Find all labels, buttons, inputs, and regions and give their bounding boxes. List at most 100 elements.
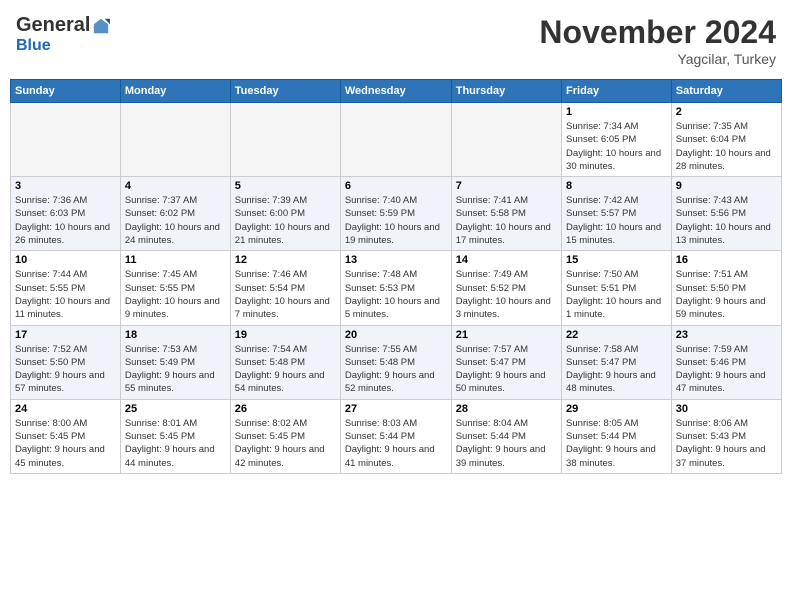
day-number: 21 — [456, 329, 557, 341]
page-header: General Blue November 2024 Yagcilar, Tur… — [10, 10, 782, 71]
day-number: 1 — [566, 106, 667, 118]
day-number: 3 — [15, 180, 116, 192]
calendar-cell: 22 Sunrise: 7:58 AM Sunset: 5:47 PM Dayli… — [562, 325, 672, 399]
calendar-week-1: 1 Sunrise: 7:34 AM Sunset: 6:05 PM Daylig… — [11, 103, 782, 177]
weekday-header-friday: Friday — [562, 80, 672, 103]
day-number: 17 — [15, 329, 116, 341]
day-info: Sunrise: 7:49 AM Sunset: 5:52 PM Dayligh… — [456, 268, 557, 321]
day-info: Sunrise: 8:05 AM Sunset: 5:44 PM Dayligh… — [566, 417, 667, 470]
day-number: 27 — [345, 403, 447, 415]
day-number: 14 — [456, 254, 557, 266]
day-info: Sunrise: 7:41 AM Sunset: 5:58 PM Dayligh… — [456, 194, 557, 247]
calendar-cell: 4 Sunrise: 7:37 AM Sunset: 6:02 PM Daylig… — [120, 177, 230, 251]
calendar-cell — [11, 103, 121, 177]
logo-general-text: General — [16, 14, 90, 37]
weekday-header-monday: Monday — [120, 80, 230, 103]
calendar-cell: 28Sunrise: 8:04 AM Sunset: 5:44 PM Dayli… — [451, 399, 561, 473]
day-info: Sunrise: 7:46 AM Sunset: 5:54 PM Dayligh… — [235, 268, 336, 321]
calendar-cell — [120, 103, 230, 177]
day-number: 4 — [125, 180, 226, 192]
day-number: 8 — [566, 180, 667, 192]
day-number: 28 — [456, 403, 557, 415]
day-number: 5 — [235, 180, 336, 192]
calendar-cell: 12Sunrise: 7:46 AM Sunset: 5:54 PM Dayli… — [230, 251, 340, 325]
calendar-cell: 30 Sunrise: 8:06 AM Sunset: 5:43 PM Dayli… — [671, 399, 781, 473]
day-info: Sunrise: 7:53 AM Sunset: 5:49 PM Dayligh… — [125, 343, 226, 396]
calendar-cell: 16 Sunrise: 7:51 AM Sunset: 5:50 PM Dayli… — [671, 251, 781, 325]
month-title: November 2024 — [539, 14, 776, 51]
weekday-header-saturday: Saturday — [671, 80, 781, 103]
calendar-cell: 7 Sunrise: 7:41 AM Sunset: 5:58 PM Daylig… — [451, 177, 561, 251]
day-number: 29 — [566, 403, 667, 415]
day-info: Sunrise: 7:52 AM Sunset: 5:50 PM Dayligh… — [15, 343, 116, 396]
weekday-header-tuesday: Tuesday — [230, 80, 340, 103]
day-number: 2 — [676, 106, 777, 118]
day-number: 10 — [15, 254, 116, 266]
day-info: Sunrise: 8:02 AM Sunset: 5:45 PM Dayligh… — [235, 417, 336, 470]
day-number: 6 — [345, 180, 447, 192]
day-info: Sunrise: 7:42 AM Sunset: 5:57 PM Dayligh… — [566, 194, 667, 247]
calendar-cell: 18Sunrise: 7:53 AM Sunset: 5:49 PM Dayli… — [120, 325, 230, 399]
day-info: Sunrise: 7:39 AM Sunset: 6:00 PM Dayligh… — [235, 194, 336, 247]
calendar-cell — [340, 103, 451, 177]
day-number: 15 — [566, 254, 667, 266]
day-number: 16 — [676, 254, 777, 266]
day-info: Sunrise: 7:59 AM Sunset: 5:46 PM Dayligh… — [676, 343, 777, 396]
calendar-cell: 14 Sunrise: 7:49 AM Sunset: 5:52 PM Dayli… — [451, 251, 561, 325]
calendar-cell: 25 Sunrise: 8:01 AM Sunset: 5:45 PM Dayli… — [120, 399, 230, 473]
logo: General Blue — [16, 14, 110, 55]
day-info: Sunrise: 7:48 AM Sunset: 5:53 PM Dayligh… — [345, 268, 447, 321]
day-info: Sunrise: 7:58 AM Sunset: 5:47 PM Dayligh… — [566, 343, 667, 396]
calendar-cell: 29 Sunrise: 8:05 AM Sunset: 5:44 PM Dayli… — [562, 399, 672, 473]
calendar-cell: 17 Sunrise: 7:52 AM Sunset: 5:50 PM Dayli… — [11, 325, 121, 399]
day-number: 23 — [676, 329, 777, 341]
calendar-table: SundayMondayTuesdayWednesdayThursdayFrid… — [10, 79, 782, 474]
day-info: Sunrise: 7:54 AM Sunset: 5:48 PM Dayligh… — [235, 343, 336, 396]
day-number: 24 — [15, 403, 116, 415]
calendar-cell: 24 Sunrise: 8:00 AM Sunset: 5:45 PM Dayli… — [11, 399, 121, 473]
day-info: Sunrise: 7:51 AM Sunset: 5:50 PM Dayligh… — [676, 268, 777, 321]
day-number: 30 — [676, 403, 777, 415]
calendar-cell — [230, 103, 340, 177]
calendar-cell: 8 Sunrise: 7:42 AM Sunset: 5:57 PM Daylig… — [562, 177, 672, 251]
calendar-cell: 13 Sunrise: 7:48 AM Sunset: 5:53 PM Dayli… — [340, 251, 451, 325]
calendar-cell: 21 Sunrise: 7:57 AM Sunset: 5:47 PM Dayli… — [451, 325, 561, 399]
calendar-week-5: 24 Sunrise: 8:00 AM Sunset: 5:45 PM Dayli… — [11, 399, 782, 473]
day-number: 22 — [566, 329, 667, 341]
day-info: Sunrise: 7:44 AM Sunset: 5:55 PM Dayligh… — [15, 268, 116, 321]
day-info: Sunrise: 7:36 AM Sunset: 6:03 PM Dayligh… — [15, 194, 116, 247]
day-number: 25 — [125, 403, 226, 415]
day-info: Sunrise: 7:34 AM Sunset: 6:05 PM Dayligh… — [566, 120, 667, 173]
day-info: Sunrise: 7:57 AM Sunset: 5:47 PM Dayligh… — [456, 343, 557, 396]
calendar-cell: 19Sunrise: 7:54 AM Sunset: 5:48 PM Dayli… — [230, 325, 340, 399]
title-section: November 2024 Yagcilar, Turkey — [539, 14, 776, 67]
day-info: Sunrise: 7:45 AM Sunset: 5:55 PM Dayligh… — [125, 268, 226, 321]
day-number: 26 — [235, 403, 336, 415]
day-number: 11 — [125, 254, 226, 266]
calendar-cell: 27Sunrise: 8:03 AM Sunset: 5:44 PM Dayli… — [340, 399, 451, 473]
logo-blue-text: Blue — [16, 37, 51, 55]
day-info: Sunrise: 7:43 AM Sunset: 5:56 PM Dayligh… — [676, 194, 777, 247]
calendar-week-3: 10 Sunrise: 7:44 AM Sunset: 5:55 PM Dayli… — [11, 251, 782, 325]
calendar-cell: 1 Sunrise: 7:34 AM Sunset: 6:05 PM Daylig… — [562, 103, 672, 177]
day-info: Sunrise: 7:50 AM Sunset: 5:51 PM Dayligh… — [566, 268, 667, 321]
calendar-cell: 10 Sunrise: 7:44 AM Sunset: 5:55 PM Dayli… — [11, 251, 121, 325]
day-number: 20 — [345, 329, 447, 341]
weekday-header-thursday: Thursday — [451, 80, 561, 103]
day-number: 13 — [345, 254, 447, 266]
calendar-cell: 15 Sunrise: 7:50 AM Sunset: 5:51 PM Dayli… — [562, 251, 672, 325]
calendar-cell: 20Sunrise: 7:55 AM Sunset: 5:48 PM Dayli… — [340, 325, 451, 399]
day-info: Sunrise: 8:06 AM Sunset: 5:43 PM Dayligh… — [676, 417, 777, 470]
calendar-cell: 9Sunrise: 7:43 AM Sunset: 5:56 PM Daylig… — [671, 177, 781, 251]
day-info: Sunrise: 7:37 AM Sunset: 6:02 PM Dayligh… — [125, 194, 226, 247]
day-info: Sunrise: 8:00 AM Sunset: 5:45 PM Dayligh… — [15, 417, 116, 470]
calendar-cell — [451, 103, 561, 177]
logo-icon — [92, 17, 110, 35]
calendar-body: 1 Sunrise: 7:34 AM Sunset: 6:05 PM Daylig… — [11, 103, 782, 474]
weekday-header-sunday: Sunday — [11, 80, 121, 103]
calendar-cell: 23 Sunrise: 7:59 AM Sunset: 5:46 PM Dayli… — [671, 325, 781, 399]
weekday-header-wednesday: Wednesday — [340, 80, 451, 103]
day-info: Sunrise: 8:01 AM Sunset: 5:45 PM Dayligh… — [125, 417, 226, 470]
day-number: 7 — [456, 180, 557, 192]
calendar-cell: 6Sunrise: 7:40 AM Sunset: 5:59 PM Daylig… — [340, 177, 451, 251]
